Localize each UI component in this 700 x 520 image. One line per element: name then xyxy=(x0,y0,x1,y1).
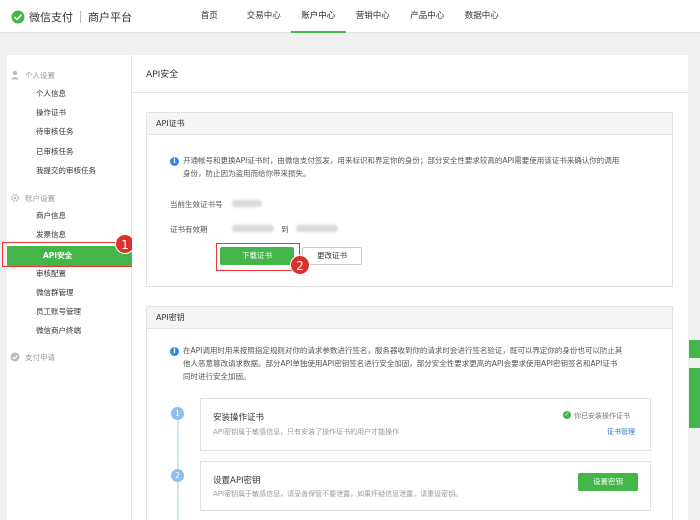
info-icon: i xyxy=(170,157,179,166)
validity-label: 证书有效期 xyxy=(170,225,208,234)
sidebar-item-my-submissions[interactable]: 我提交的审核任务 xyxy=(36,164,96,178)
api-key-panel-title: API密钥 xyxy=(147,307,672,329)
logo-text: 微信支付 xyxy=(29,11,73,24)
sidebar-group-payment-apply[interactable]: 支付申请 xyxy=(10,350,55,364)
platform-name: 商户平台 xyxy=(88,11,132,24)
sidebar-item-merchant-info[interactable]: 商户信息 xyxy=(36,209,66,223)
floating-side-tab[interactable] xyxy=(689,340,700,358)
validity-start-redacted xyxy=(232,225,274,232)
sidebar-item-pending-review[interactable]: 待审核任务 xyxy=(36,125,74,139)
title-divider xyxy=(132,92,688,93)
step-number-2: 2 xyxy=(171,469,184,482)
wechat-pay-logo-icon xyxy=(11,10,25,24)
validity-to-label: 到 xyxy=(281,225,289,234)
cert-number-redacted xyxy=(232,200,262,207)
nav-marketing[interactable]: 营销中心 xyxy=(346,0,401,33)
set-key-button[interactable]: 设置密钥 xyxy=(578,473,638,491)
nav-home[interactable]: 首页 xyxy=(182,0,237,33)
cert-installed-status: 你已安装操作证书 xyxy=(574,412,630,420)
step-desc-install-cert: API密钥属于敏感信息，只有安装了操作证书的用户才能操作 xyxy=(213,428,400,436)
step-connector-line xyxy=(177,415,179,520)
annotation-highlight-box-2 xyxy=(216,243,300,271)
sidebar-group-personal: 个人设置 xyxy=(10,68,55,82)
nav-transactions[interactable]: 交易中心 xyxy=(237,0,292,33)
sidebar-item-operation-cert[interactable]: 操作证书 xyxy=(36,106,66,120)
sidebar-item-merchant-terminal[interactable]: 微信商户终端 xyxy=(36,324,81,338)
nav-data-center[interactable]: 数据中心 xyxy=(455,0,510,33)
sidebar-item-personal-info[interactable]: 个人信息 xyxy=(36,87,66,101)
sidebar-item-invoice-info[interactable]: 发票信息 xyxy=(36,228,66,242)
api-cert-panel-title: API证书 xyxy=(147,113,672,135)
cert-info-text: 开通帐号和更换API证书时，由微信支付签发，用来标识和界定你的身份；部分安全性要… xyxy=(183,156,620,178)
person-icon xyxy=(11,70,19,80)
sidebar-item-review-config[interactable]: 审核配置 xyxy=(36,267,66,281)
step-title-install-cert: 安装操作证书 xyxy=(213,413,265,423)
cert-management-link[interactable]: 证书管理 xyxy=(607,427,635,437)
sidebar-group-account: 账户设置 xyxy=(10,191,55,205)
floating-side-tab-feedback[interactable] xyxy=(689,368,700,428)
step-card-install-cert xyxy=(200,398,651,451)
nav-account-center[interactable]: 账户中心 xyxy=(291,0,346,33)
gear-icon xyxy=(10,193,20,203)
step-desc-set-key: API密钥属于敏感信息，请妥善保管不要泄露，如果怀疑信息泄露，请重设密钥。 xyxy=(213,490,463,498)
change-cert-button[interactable]: 更改证书 xyxy=(302,247,362,265)
page-title: API安全 xyxy=(146,70,179,80)
logo-divider xyxy=(80,11,81,23)
main-nav: 首页 交易中心 账户中心 营销中心 产品中心 数据中心 xyxy=(182,0,509,33)
key-info-text: 在API调用时用来按照指定规则对你的请求参数进行签名，服务器收到你的请求时会进行… xyxy=(183,346,623,381)
logo[interactable]: 微信支付 商户平台 xyxy=(10,9,132,25)
nav-products[interactable]: 产品中心 xyxy=(400,0,455,33)
sidebar-item-reviewed[interactable]: 已审核任务 xyxy=(36,145,74,159)
sidebar-item-staff-accounts[interactable]: 员工账号管理 xyxy=(36,305,81,319)
current-cert-label: 当前生效证书号 xyxy=(170,200,223,209)
sidebar-item-wechat-group[interactable]: 微信群管理 xyxy=(36,286,74,300)
check-circle-icon: ✓ xyxy=(563,411,571,419)
annotation-badge-2: 2 xyxy=(290,255,310,275)
top-navigation-bar: 微信支付 商户平台 首页 交易中心 账户中心 营销中心 产品中心 数据中心 xyxy=(0,0,700,33)
step-number-1: 1 xyxy=(171,407,184,420)
step-title-set-key: 设置API密钥 xyxy=(213,476,261,486)
validity-end-redacted xyxy=(296,225,338,232)
check-circle-icon xyxy=(10,352,20,362)
info-icon: i xyxy=(170,347,179,356)
